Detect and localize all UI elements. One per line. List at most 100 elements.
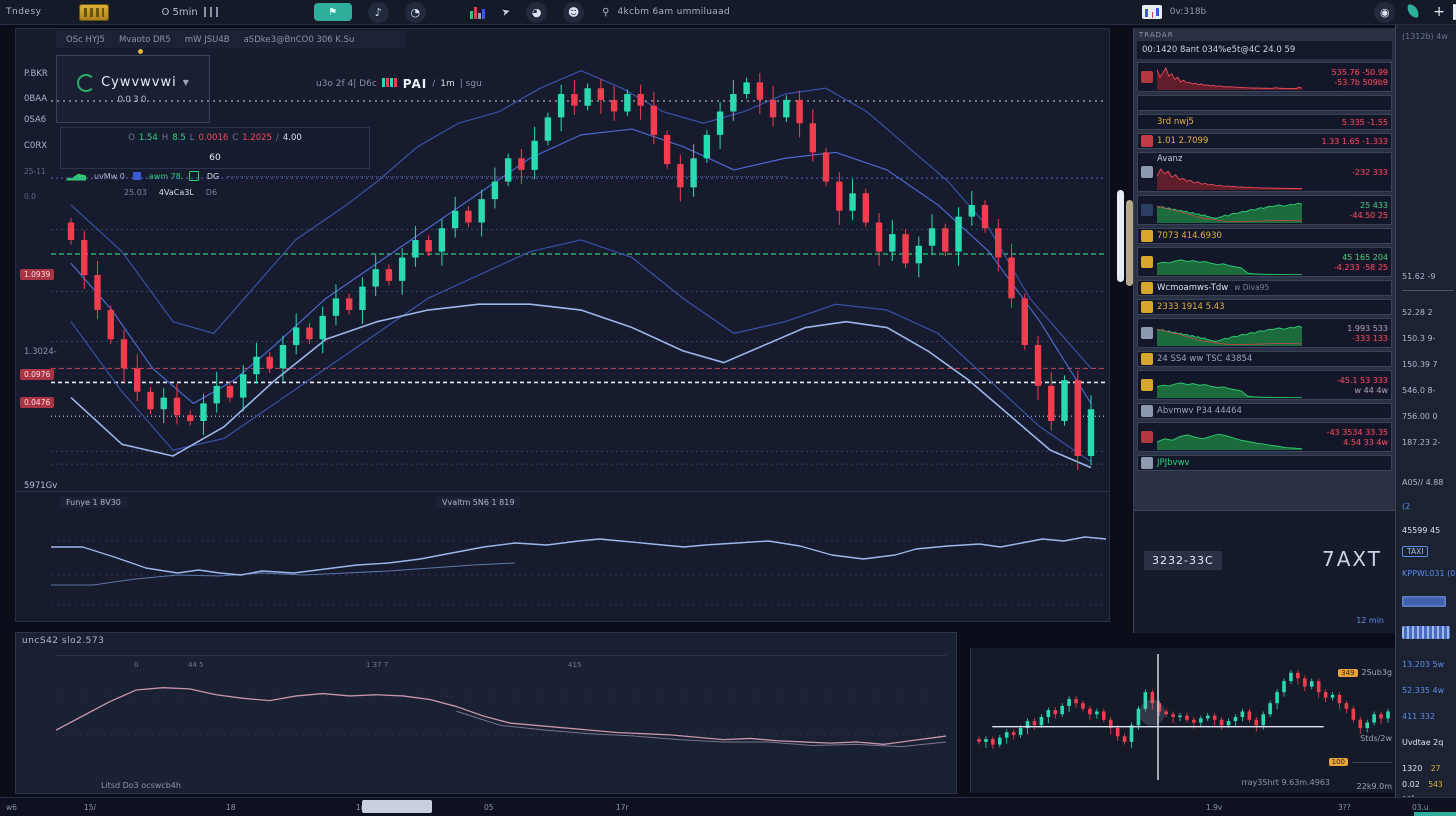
instrument-icon	[1141, 301, 1153, 313]
time-tick-label: 15/	[84, 803, 96, 812]
watchlist-row[interactable]: 535.76 -50.99 -53.7b 509b9	[1137, 62, 1392, 92]
watchlist-row-main: 2333 1914 5.43	[1157, 302, 1302, 312]
watchlist-row-main: 7073 414.6930	[1157, 231, 1302, 241]
vertical-scrollbar[interactable]	[1117, 190, 1124, 282]
timeframe-label: O 5min	[161, 7, 197, 18]
toolbar-right-value: 0v:318b	[1170, 7, 1206, 17]
instrument-name: 1.01 2.7099	[1157, 136, 1208, 146]
instrument-name: Wcmoamws-Tdw	[1157, 283, 1228, 293]
value-secondary: w 44 4w	[1355, 386, 1388, 395]
detail-badge[interactable]: 3232-33C	[1144, 551, 1222, 570]
notifications-button[interactable]: ♪	[368, 2, 389, 23]
cursor-tool-icon[interactable]: ➤	[500, 6, 511, 19]
watchlist-title: TRADAR	[1139, 31, 1392, 39]
subpanel-left-label[interactable]: Funye 1 8V30	[60, 497, 127, 508]
bottom-right-note: rray3Shrt 9.63m.4963	[1241, 778, 1330, 787]
pin-icon[interactable]: ⚲	[602, 7, 609, 18]
price-scale-item: 45599 45 ◎	[1396, 526, 1456, 535]
time-tick-label: w6	[6, 803, 17, 812]
camera-button[interactable]: ◉	[1374, 2, 1395, 23]
price-scale-item: ◎	[1396, 626, 1456, 639]
watchlist-values: 45 165 204 -4.233 -58 25	[1302, 253, 1388, 272]
flag-button[interactable]: ⚑	[314, 3, 352, 21]
watchlist-row[interactable]: 25 433 -44.50 25	[1137, 195, 1392, 225]
value-primary: 535.76 -50.99	[1332, 68, 1388, 77]
scale-value: 45599 45	[1402, 526, 1440, 535]
watchlist-row[interactable]: Abvmwv P34 44464	[1137, 403, 1392, 419]
watchlist-row[interactable]: 2333 1914 5.43	[1137, 299, 1392, 315]
subpanel-center-label[interactable]: Vvaltm 5N6 1 819	[436, 497, 520, 508]
scale-extra-value: 27	[1431, 764, 1441, 773]
instrument-name: 7073 414.6930	[1157, 231, 1222, 241]
gold-dot-indicator	[138, 49, 143, 54]
watchlist-row[interactable]: 3rd nwj5 5.335 -1.55	[1137, 114, 1392, 130]
sparkline-chart	[1157, 372, 1302, 398]
scale-value: 52.335 4w	[1402, 686, 1444, 695]
chart-tick-label: 44 5	[188, 661, 204, 669]
scale-value: 187.23 2-	[1402, 438, 1441, 447]
value-secondary: -44.50 25	[1349, 211, 1388, 220]
instrument-icon	[1141, 166, 1153, 178]
bottom-left-note: Litsd Do3 ocswcb4h	[101, 781, 181, 790]
watchlist-row[interactable]: JPJbvwv	[1137, 455, 1392, 471]
menu-item-3[interactable]: mW JSU4B	[185, 35, 230, 45]
watchlist-row[interactable]: Avanz -232 333	[1137, 152, 1392, 192]
blue-bar-badge-2[interactable]	[1402, 626, 1450, 639]
price-scale-item: 13.203 5w ◎	[1396, 660, 1456, 669]
watchlist-row-main: 1.01 2.7099	[1157, 136, 1302, 146]
time-tick-label: 3??	[1338, 803, 1351, 812]
scale-value: 0.02	[1402, 780, 1420, 789]
blue-bar-badge[interactable]	[1402, 596, 1446, 607]
menu-item-1[interactable]: OSc HYJ5	[66, 35, 105, 45]
swirl-button[interactable]: ◕	[526, 2, 547, 23]
value-primary: -43 3534 33.35	[1327, 428, 1388, 437]
timeline-bar[interactable]: w615/181r0517r1.9v3??03.u	[0, 797, 1456, 816]
detail-note: 12 min	[1356, 616, 1384, 625]
menu-item-2[interactable]: Mvaoto DR5	[119, 35, 171, 45]
watchlist-row-main: Wcmoamws-Tdw w Diva95	[1157, 283, 1302, 293]
value-primary: 1.993 533	[1347, 324, 1388, 333]
watchlist-row[interactable]: 24 SS4 ww TSC 43854	[1137, 351, 1392, 367]
timeline-scrollbar-thumb[interactable]	[362, 800, 432, 813]
watchlist-row[interactable]: -43 3534 33.35 4.54 33 4w	[1137, 422, 1392, 452]
app-logo-icon[interactable]	[79, 4, 109, 21]
watchlist-row[interactable]	[1137, 95, 1392, 111]
br-label-text: 2Sub3g	[1362, 668, 1392, 677]
instrument-icon	[1141, 353, 1153, 365]
watchlist-row[interactable]: 1.01 2.7099 1.33 1.65 -1.333	[1137, 133, 1392, 149]
watchlist-row[interactable]: 45 165 204 -4.233 -58 25	[1137, 247, 1392, 277]
volume-indicator-chart[interactable]	[51, 513, 1106, 613]
profile-button[interactable]: ☻	[563, 2, 584, 23]
value-primary: 25 433	[1360, 201, 1388, 210]
leaf-icon[interactable]	[1405, 4, 1423, 20]
watchlist-row-main	[1157, 320, 1302, 346]
value-primary: -232 333	[1352, 168, 1388, 177]
price-scale-item: 546.0 8- ◎	[1396, 386, 1456, 395]
menu-item-4[interactable]: aSDke3@BnCO0 306 K.Su	[244, 35, 355, 45]
mini-chart-icon[interactable]	[470, 5, 488, 19]
watchlist-row-main	[1157, 372, 1302, 398]
br-label: 100	[1329, 758, 1392, 766]
price-scale-item: ◎	[1396, 596, 1456, 607]
line-chart[interactable]	[56, 657, 946, 775]
price-scale-item: (2 ◎	[1396, 502, 1456, 511]
watchlist-row-main	[1157, 197, 1302, 223]
add-button[interactable]: +	[1433, 4, 1445, 20]
timeframe-menu[interactable]: O 5min	[161, 7, 217, 18]
globe-button[interactable]: ◔	[405, 2, 426, 23]
price-scale-item: 51.62 -9 ◎	[1396, 272, 1456, 281]
instrument-icon	[1141, 405, 1153, 417]
watchlist-row[interactable]: Wcmoamws-Tdw w Diva95	[1137, 280, 1392, 296]
vertical-scrollbar-secondary[interactable]	[1126, 200, 1133, 286]
br-label: 22k9.0m	[1357, 782, 1392, 791]
watchlist-row[interactable]: -45.1 53 333 w 44 4w	[1137, 370, 1392, 400]
instrument-icon	[1141, 230, 1153, 242]
left-axis-label: 0BAA	[24, 94, 47, 104]
sparkline-chart	[1157, 64, 1302, 90]
candlestick-chart[interactable]	[51, 59, 1106, 491]
price-scale-item: 52.335 4w ◎	[1396, 686, 1456, 695]
scale-badge[interactable]: TAXI	[1402, 546, 1428, 557]
watchlist-row[interactable]: 7073 414.6930	[1137, 228, 1392, 244]
chart-window-icon[interactable]	[1142, 5, 1162, 19]
watchlist-row[interactable]: 1.993 533 -333 133	[1137, 318, 1392, 348]
